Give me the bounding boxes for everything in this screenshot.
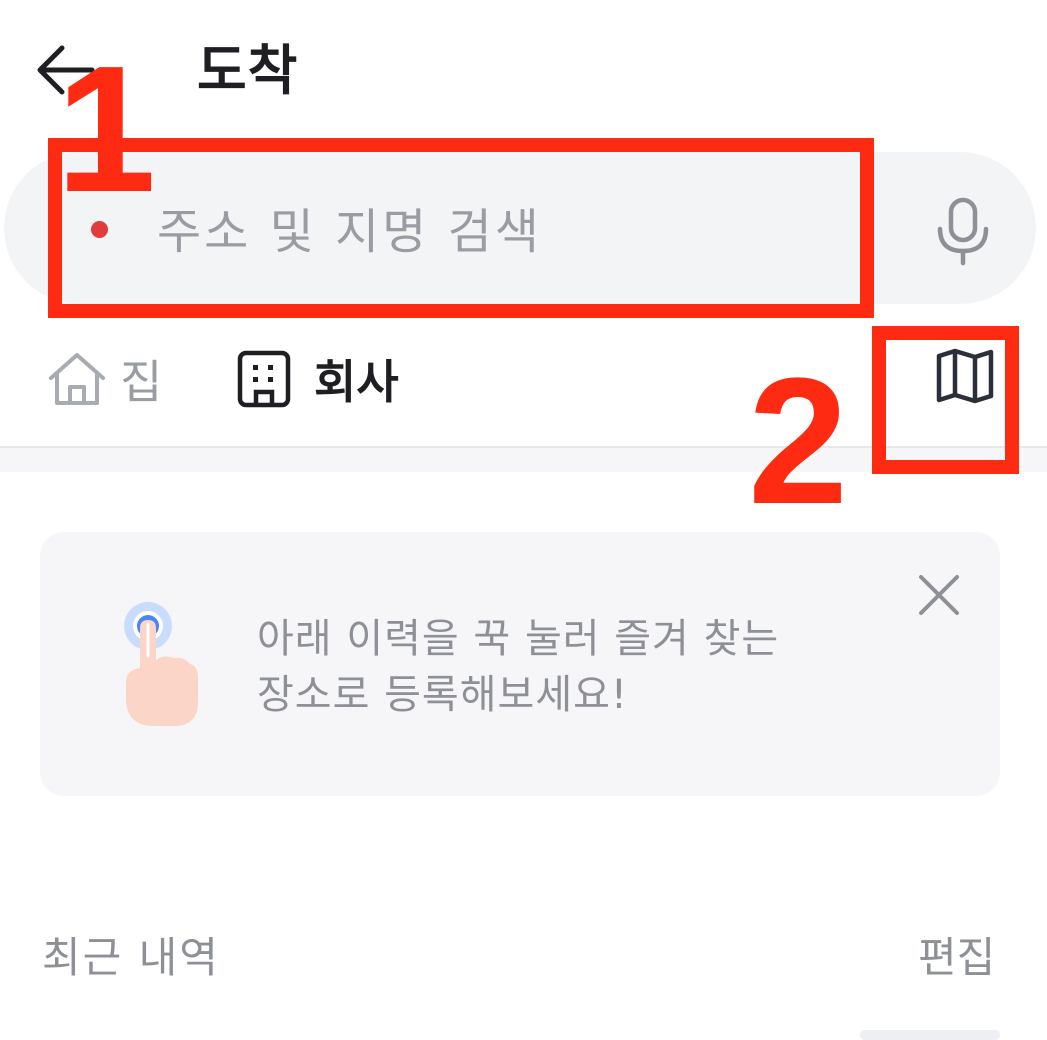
- shortcut-company-label: 회사: [314, 355, 399, 409]
- close-icon: [919, 575, 959, 615]
- tip-line-1: 아래 이력을 꾹 눌러 즐겨 찾는: [257, 616, 780, 662]
- voice-search-button[interactable]: [934, 197, 992, 267]
- annotation-number-1: 1: [56, 29, 157, 230]
- home-icon: [49, 353, 105, 405]
- annotation-box-search: [48, 138, 874, 318]
- tip-line-2: 장소로 등록해보세요!: [257, 672, 628, 718]
- recent-history-title: 최근 내역: [42, 933, 220, 982]
- annotation-number-2: 2: [748, 341, 849, 542]
- shortcut-home-label: 집: [120, 355, 163, 409]
- edit-button[interactable]: 편집: [918, 928, 995, 988]
- microphone-icon: [937, 197, 989, 266]
- shortcut-company[interactable]: 회사: [236, 344, 399, 414]
- list-item-peek: [860, 1030, 1000, 1040]
- tip-close-button[interactable]: [916, 572, 962, 618]
- building-icon: [237, 350, 291, 408]
- page-title: 도착: [197, 39, 299, 102]
- shortcut-home[interactable]: 집: [46, 344, 162, 414]
- tap-finger-icon: [118, 598, 204, 728]
- annotation-box-map: [872, 326, 1019, 474]
- tip-message: 아래 이력을 꾹 눌러 즐겨 찾는 장소로 등록해보세요!: [257, 611, 897, 723]
